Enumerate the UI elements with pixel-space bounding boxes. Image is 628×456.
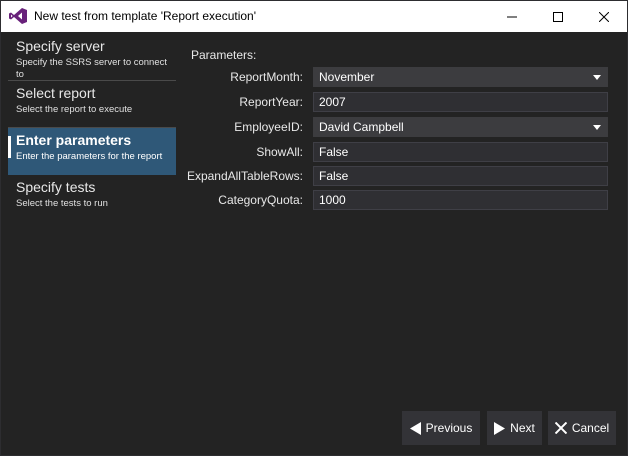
step-title: Specify server: [16, 38, 105, 54]
step-select-report[interactable]: Select report Select the report to execu…: [8, 81, 176, 128]
cancel-label: Cancel: [571, 421, 610, 435]
step-title: Specify tests: [16, 179, 96, 195]
close-icon: [599, 11, 609, 22]
param-label: ReportMonth:: [230, 70, 303, 84]
step-specify-server[interactable]: Specify server Specify the SSRS server t…: [8, 34, 176, 81]
param-row-employee-id: EmployeeID: David Campbell: [187, 117, 609, 137]
step-title: Select report: [16, 85, 96, 101]
previous-label: Previous: [425, 421, 473, 435]
arrow-right-icon: [494, 421, 506, 435]
title-bar[interactable]: New test from template 'Report execution…: [1, 1, 627, 32]
employee-id-select[interactable]: David Campbell: [313, 117, 608, 137]
maximize-icon: [553, 11, 563, 22]
param-value: November: [319, 70, 375, 84]
chevron-down-icon: [593, 125, 601, 130]
next-label: Next: [510, 421, 535, 435]
param-value: False: [319, 169, 349, 183]
next-button[interactable]: Next: [487, 411, 542, 445]
minimize-icon: [507, 16, 517, 17]
param-value: False: [319, 145, 349, 159]
param-label: CategoryQuota:: [218, 193, 303, 207]
step-title: Enter parameters: [16, 132, 132, 148]
param-label: ReportYear:: [239, 95, 303, 109]
chevron-down-icon: [593, 75, 601, 80]
cancel-button[interactable]: Cancel: [548, 411, 616, 445]
param-value: 1000: [319, 193, 346, 207]
previous-button[interactable]: Previous: [402, 411, 480, 445]
step-description: Select the tests to run: [16, 198, 108, 209]
param-value: 2007: [319, 95, 346, 109]
maximize-button[interactable]: [535, 1, 581, 32]
wizard-window: New test from template 'Report execution…: [0, 0, 628, 456]
minimize-button[interactable]: [489, 1, 535, 32]
wizard-content: Specify server Specify the SSRS server t…: [1, 32, 627, 455]
step-specify-tests[interactable]: Specify tests Select the tests to run: [8, 175, 176, 222]
window-title: New test from template 'Report execution…: [34, 9, 257, 23]
steps-sidebar: Specify server Specify the SSRS server t…: [8, 34, 176, 222]
step-description: Enter the parameters for the report: [16, 151, 163, 162]
step-description: Specify the SSRS server to connect to: [16, 57, 168, 80]
parameters-heading: Parameters:: [191, 48, 257, 62]
param-row-category-quota: CategoryQuota: 1000: [187, 190, 609, 210]
param-row-report-month: ReportMonth: November: [187, 67, 609, 87]
param-row-report-year: ReportYear: 2007: [187, 92, 609, 112]
param-label: ExpandAllTableRows:: [186, 169, 303, 183]
param-label: EmployeeID:: [234, 120, 303, 134]
param-row-show-all: ShowAll: False: [187, 142, 609, 162]
visual-studio-icon: [9, 8, 27, 24]
report-year-input[interactable]: 2007: [313, 92, 608, 112]
close-icon: [554, 422, 567, 434]
close-button[interactable]: [581, 1, 627, 32]
show-all-input[interactable]: False: [313, 142, 608, 162]
param-row-expand-all-table-rows: ExpandAllTableRows: False: [187, 166, 609, 186]
arrow-left-icon: [409, 421, 421, 435]
category-quota-input[interactable]: 1000: [313, 190, 608, 210]
expand-all-table-rows-input[interactable]: False: [313, 166, 608, 186]
step-description: Select the report to execute: [16, 104, 133, 115]
report-month-select[interactable]: November: [313, 67, 608, 87]
step-enter-parameters[interactable]: Enter parameters Enter the parameters fo…: [8, 128, 176, 175]
param-label: ShowAll:: [256, 145, 303, 159]
param-value: David Campbell: [319, 120, 404, 134]
